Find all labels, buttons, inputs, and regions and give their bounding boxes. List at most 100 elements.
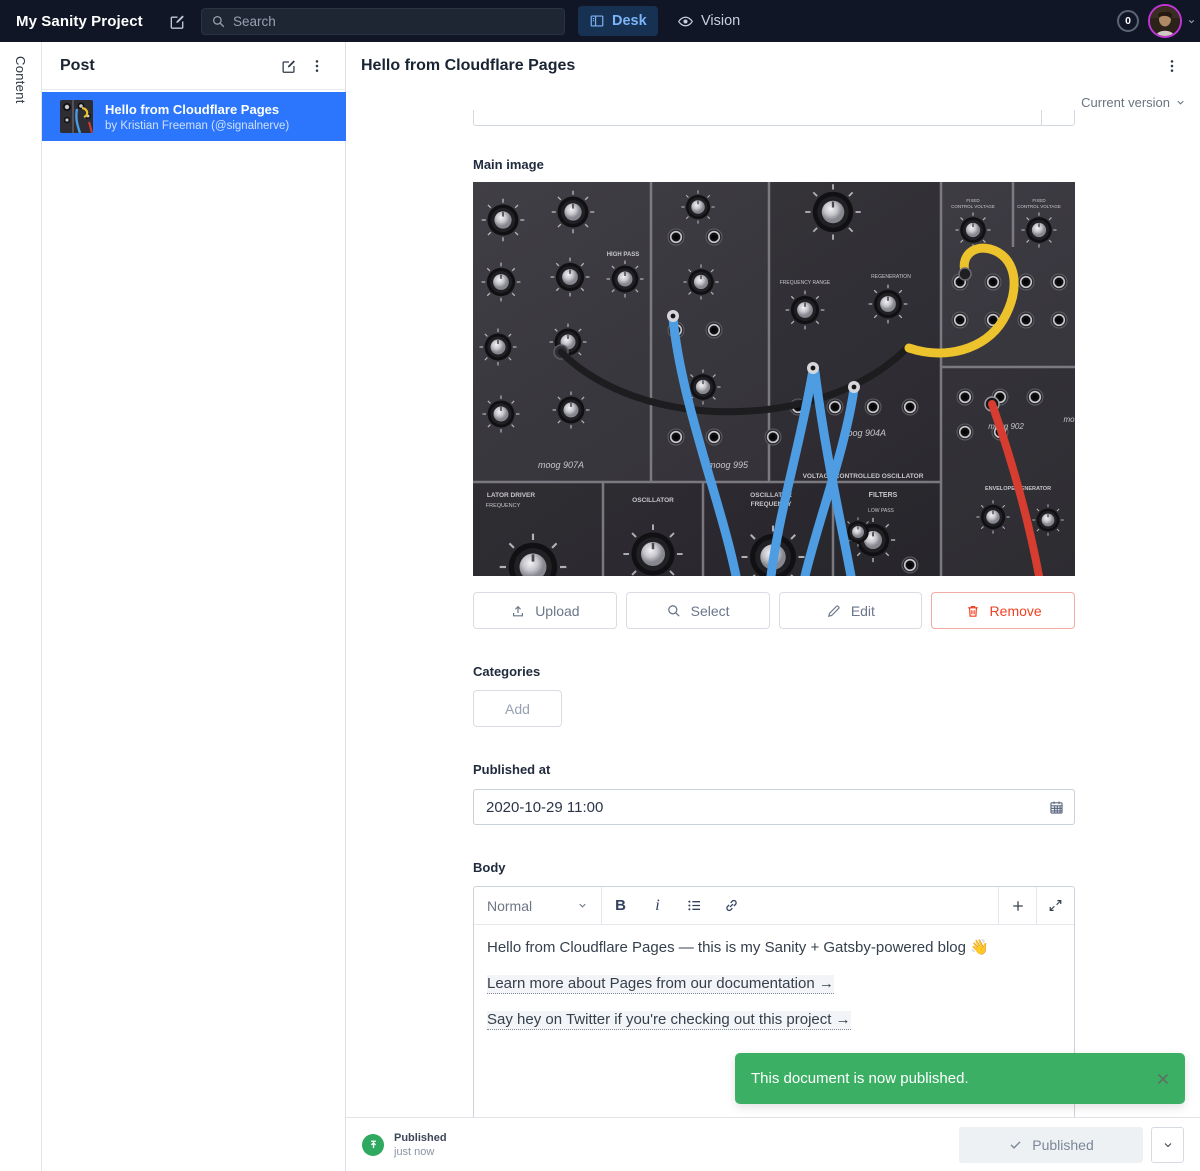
- document-title: Hello from Cloudflare Pages: [361, 57, 1158, 75]
- link-icon: [723, 897, 740, 914]
- published-at-input[interactable]: [486, 799, 1038, 816]
- main-image-label: Main image: [473, 157, 544, 172]
- publish-button-label: Published: [1032, 1137, 1094, 1153]
- editor-content[interactable]: Hello from Cloudflare Pages — this is my…: [474, 925, 1074, 1057]
- search-input[interactable]: [233, 14, 564, 29]
- publish-status-time: just now: [394, 1146, 447, 1158]
- link-button[interactable]: [713, 887, 750, 924]
- global-search: [201, 8, 565, 35]
- expand-icon: [1048, 898, 1063, 913]
- tab-vision-label: Vision: [701, 13, 740, 29]
- remove-button[interactable]: Remove: [931, 592, 1075, 629]
- version-label: Current version: [1081, 95, 1170, 110]
- trash-icon: [965, 603, 981, 619]
- italic-label: i: [655, 897, 659, 915]
- presence-count: 0: [1125, 15, 1131, 27]
- avatar[interactable]: [1148, 4, 1182, 38]
- search-icon: [202, 14, 226, 29]
- avatar-chevron-icon: [1187, 17, 1196, 26]
- plus-icon: [1010, 898, 1026, 914]
- post-list-header: Post: [42, 42, 345, 90]
- tab-vision[interactable]: Vision: [666, 6, 751, 36]
- desk-icon: [589, 13, 605, 29]
- italic-button[interactable]: i: [639, 887, 676, 924]
- publish-toast: This document is now published.: [735, 1053, 1185, 1104]
- style-select-value: Normal: [487, 898, 532, 914]
- sidebar-content-rail[interactable]: Content: [0, 42, 42, 1171]
- post-thumbnail: [60, 100, 93, 133]
- slug-generate-divider: [1041, 110, 1042, 125]
- published-at-label: Published at: [473, 762, 550, 777]
- eye-icon: [677, 13, 694, 30]
- remove-label: Remove: [990, 603, 1042, 619]
- pencil-icon: [826, 603, 842, 619]
- body-link-documentation[interactable]: Learn more about Pages from our document…: [487, 975, 834, 994]
- pane-title: Post: [60, 57, 275, 75]
- new-document-button[interactable]: [165, 8, 191, 34]
- toast-close-button[interactable]: [1141, 1053, 1185, 1104]
- top-bar: My Sanity Project: [0, 0, 1200, 42]
- chevron-down-icon: [577, 900, 588, 911]
- document-footer: Published just now Published: [346, 1117, 1200, 1171]
- calendar-button[interactable]: [1038, 790, 1074, 824]
- bold-label: B: [615, 897, 626, 914]
- document-header: Hello from Cloudflare Pages: [346, 42, 1200, 90]
- publish-menu-button[interactable]: [1151, 1127, 1184, 1163]
- tab-desk[interactable]: Desk: [578, 6, 658, 36]
- post-item-title: Hello from Cloudflare Pages: [105, 102, 289, 117]
- publish-status-title: Published: [394, 1132, 447, 1144]
- toolbar-spacer: [750, 887, 998, 924]
- add-category-button[interactable]: Add: [473, 690, 562, 727]
- create-post-button[interactable]: [275, 52, 303, 80]
- published-at-field: [473, 789, 1075, 825]
- style-select[interactable]: Normal: [474, 887, 602, 924]
- presence-badge[interactable]: 0: [1117, 10, 1139, 32]
- post-list-pane: Post: [42, 42, 346, 1171]
- body-label: Body: [473, 860, 506, 875]
- chevron-down-icon: [1162, 1139, 1174, 1151]
- edit-label: Edit: [851, 603, 875, 619]
- post-item-text: Hello from Cloudflare Pages by Kristian …: [105, 102, 289, 132]
- kebab-icon: [309, 58, 325, 74]
- publish-button[interactable]: Published: [959, 1127, 1143, 1163]
- upload-label: Upload: [535, 603, 579, 619]
- edit-button[interactable]: Edit: [779, 592, 923, 629]
- categories-label: Categories: [473, 664, 540, 679]
- publish-status-text: Published just now: [394, 1132, 447, 1158]
- body-link-twitter[interactable]: Say hey on Twitter if you're checking ou…: [487, 1011, 851, 1030]
- list-item-post[interactable]: Hello from Cloudflare Pages by Kristian …: [42, 92, 346, 141]
- main-image-preview[interactable]: HIGH PASS FREQUENCY RANGE REGENERATION F…: [473, 182, 1075, 576]
- compose-icon: [168, 12, 187, 31]
- compose-icon: [280, 57, 298, 75]
- add-label: Add: [505, 701, 530, 717]
- body-editor: Normal B i: [473, 886, 1075, 1154]
- chevron-down-icon: [1175, 97, 1186, 108]
- post-item-subtitle: by Kristian Freeman (@signalnerve): [105, 120, 289, 132]
- upload-icon: [510, 603, 526, 619]
- body-paragraph: Hello from Cloudflare Pages — this is my…: [487, 937, 1061, 958]
- tab-desk-label: Desk: [612, 13, 647, 29]
- calendar-icon: [1048, 799, 1065, 816]
- select-label: Select: [691, 603, 730, 619]
- check-icon: [1008, 1137, 1023, 1152]
- editor-toolbar: Normal B i: [474, 887, 1074, 925]
- kebab-icon: [1164, 58, 1180, 74]
- pane-menu-button[interactable]: [303, 52, 331, 80]
- version-select[interactable]: Current version: [1081, 90, 1186, 114]
- toast-message: This document is now published.: [751, 1070, 1141, 1087]
- project-title: My Sanity Project: [16, 13, 143, 30]
- expand-editor-button[interactable]: [1036, 887, 1074, 924]
- bold-button[interactable]: B: [602, 887, 639, 924]
- close-icon: [1154, 1070, 1172, 1088]
- publish-status-icon: [362, 1134, 384, 1156]
- search-icon: [666, 603, 682, 619]
- upload-button[interactable]: Upload: [473, 592, 617, 629]
- document-pane: Hello from Cloudflare Pages Current vers…: [346, 42, 1200, 1171]
- insert-block-button[interactable]: [998, 887, 1036, 924]
- bullet-list-button[interactable]: [676, 887, 713, 924]
- image-button-row: Upload Select Edit: [473, 592, 1075, 629]
- select-button[interactable]: Select: [626, 592, 770, 629]
- slug-field-partial[interactable]: [473, 110, 1075, 126]
- document-menu-button[interactable]: [1158, 52, 1186, 80]
- sanity-studio: My Sanity Project: [0, 0, 1200, 1171]
